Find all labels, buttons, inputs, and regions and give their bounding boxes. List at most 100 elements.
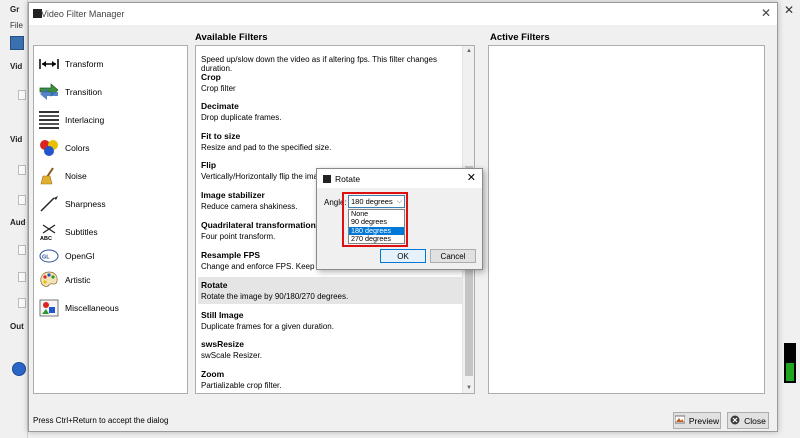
filter-item[interactable]: Speed up/slow down the video as if alter…: [201, 53, 463, 73]
category-colors[interactable]: Colors: [38, 136, 183, 160]
category-transition[interactable]: Transition: [38, 80, 183, 104]
dialog-titlebar: Video Filter Manager ✕: [29, 3, 777, 25]
interlacing-icon: [38, 110, 60, 130]
category-subtitles[interactable]: ABC Subtitles: [38, 220, 183, 244]
category-interlacing[interactable]: Interlacing: [38, 108, 183, 132]
background-window-right: ✕: [778, 0, 800, 438]
angle-option[interactable]: 270 degrees: [349, 234, 404, 243]
category-label: Miscellaneous: [65, 303, 119, 313]
category-list: Transform Transition Interlacing Colors …: [33, 45, 188, 394]
rotate-title: Rotate: [335, 174, 361, 184]
miscellaneous-icon: [38, 298, 60, 318]
filter-item-swsresize[interactable]: swsResize swScale Resizer.: [201, 339, 463, 360]
preview-icon: [674, 415, 686, 426]
transform-icon: [38, 54, 60, 74]
bg-app-title: Gr: [10, 5, 20, 14]
angle-label: Angle:: [324, 198, 347, 207]
category-label: Subtitles: [65, 227, 98, 237]
filter-name: Decimate: [201, 101, 239, 111]
filter-item-zoom[interactable]: Zoom Partializable crop filter.: [201, 369, 463, 390]
close-label: Close: [744, 415, 766, 426]
close-icon[interactable]: ✕: [467, 171, 476, 184]
filter-item-decimate[interactable]: Decimate Drop duplicate frames.: [201, 101, 463, 122]
filter-name: swsResize: [201, 339, 244, 349]
bg-control[interactable]: [18, 298, 26, 308]
rotate-titlebar: Rotate ✕: [317, 169, 482, 188]
filter-description: Drop duplicate frames.: [201, 113, 282, 122]
bg-control[interactable]: [18, 272, 26, 282]
category-label: Artistic: [65, 275, 91, 285]
bg-play-icon[interactable]: [12, 362, 26, 376]
bg-control[interactable]: [18, 165, 26, 175]
filter-name: Fit to size: [201, 131, 241, 141]
bg-close-icon[interactable]: ✕: [784, 3, 794, 17]
filter-description: Rotate the image by 90/180/270 degrees.: [201, 292, 349, 301]
filter-item-crop[interactable]: Crop Crop filter: [201, 72, 463, 93]
filter-item-rotate[interactable]: Rotate Rotate the image by 90/180/270 de…: [198, 277, 462, 304]
noise-icon: [38, 166, 60, 186]
filter-description: swScale Resizer.: [201, 351, 262, 360]
category-sharpness[interactable]: Sharpness: [38, 192, 183, 216]
bg-control[interactable]: [18, 90, 26, 100]
close-icon[interactable]: ✕: [761, 6, 771, 20]
transition-icon: [38, 82, 60, 102]
filter-description: Partializable crop filter.: [201, 381, 282, 390]
bg-section-label: Vid: [10, 135, 23, 144]
accept-hint: Press Ctrl+Return to accept the dialog: [33, 416, 169, 425]
bg-section-label: Aud: [10, 218, 26, 227]
close-circle-icon: [730, 415, 740, 427]
category-opengl[interactable]: GL OpenGl: [38, 244, 183, 268]
filter-name: Still Image: [201, 310, 244, 320]
filter-name: Crop: [201, 72, 221, 82]
preview-button[interactable]: Preview: [673, 412, 721, 429]
bg-audio-meter: [784, 343, 796, 383]
cancel-button[interactable]: Cancel: [430, 249, 476, 263]
filter-item-fit-to-size[interactable]: Fit to size Resize and pad to the specif…: [201, 131, 463, 152]
active-filters-list[interactable]: [488, 45, 765, 394]
filter-item-still-image[interactable]: Still Image Duplicate frames for a given…: [201, 310, 463, 331]
svg-text:GL: GL: [42, 255, 50, 261]
artistic-icon: [38, 270, 60, 290]
angle-selected-value: 180 degrees: [351, 197, 393, 206]
sharpness-icon: [38, 194, 60, 214]
available-filters-header: Available Filters: [195, 32, 268, 43]
preview-label: Preview: [688, 415, 720, 426]
filter-description: Speed up/slow down the video as if alter…: [201, 55, 437, 73]
active-filters-header: Active Filters: [490, 32, 550, 43]
filter-description: Crop filter: [201, 84, 236, 93]
bg-toolbar-icon[interactable]: [10, 36, 24, 50]
category-label: Interlacing: [65, 115, 105, 125]
filter-description: Duplicate frames for a given duration.: [201, 322, 334, 331]
ok-button[interactable]: OK: [380, 249, 426, 263]
filter-name: Rotate: [201, 280, 228, 290]
svg-text:ABC: ABC: [40, 236, 52, 241]
category-transform[interactable]: Transform: [38, 52, 183, 76]
subtitles-icon: ABC: [38, 222, 60, 242]
category-noise[interactable]: Noise: [38, 164, 183, 188]
scroll-down-icon[interactable]: ▼: [463, 383, 474, 393]
category-label: Sharpness: [65, 199, 106, 209]
bg-section-label: Vid: [10, 62, 23, 71]
angle-dropdown-list: None 90 degrees 180 degrees 270 degrees: [348, 209, 405, 244]
category-label: OpenGl: [65, 251, 95, 261]
angle-select[interactable]: 180 degrees ⌵: [348, 195, 405, 208]
bg-control[interactable]: [18, 195, 26, 205]
opengl-icon: GL: [38, 246, 60, 266]
dialog-title: Video Filter Manager: [41, 9, 125, 19]
chevron-down-icon: ⌵: [396, 198, 402, 205]
background-window-left: Gr File Vid Vid Aud Out: [0, 0, 28, 438]
category-label: Transition: [65, 87, 103, 97]
app-icon: [323, 175, 331, 183]
category-artistic[interactable]: Artistic: [38, 268, 183, 292]
close-button[interactable]: Close: [727, 412, 769, 429]
filter-name: Zoom: [201, 369, 225, 379]
colors-icon: [38, 138, 60, 158]
category-label: Colors: [65, 143, 90, 153]
filter-description: Resize and pad to the specified size.: [201, 143, 332, 152]
rotate-dialog: Rotate ✕ Angle: 180 degrees ⌵ None 90 de…: [316, 168, 483, 270]
scroll-up-icon[interactable]: ▲: [463, 46, 474, 56]
bg-file-menu[interactable]: File: [10, 21, 23, 30]
category-label: Transform: [65, 59, 104, 69]
category-miscellaneous[interactable]: Miscellaneous: [38, 296, 183, 320]
bg-control[interactable]: [18, 245, 26, 255]
